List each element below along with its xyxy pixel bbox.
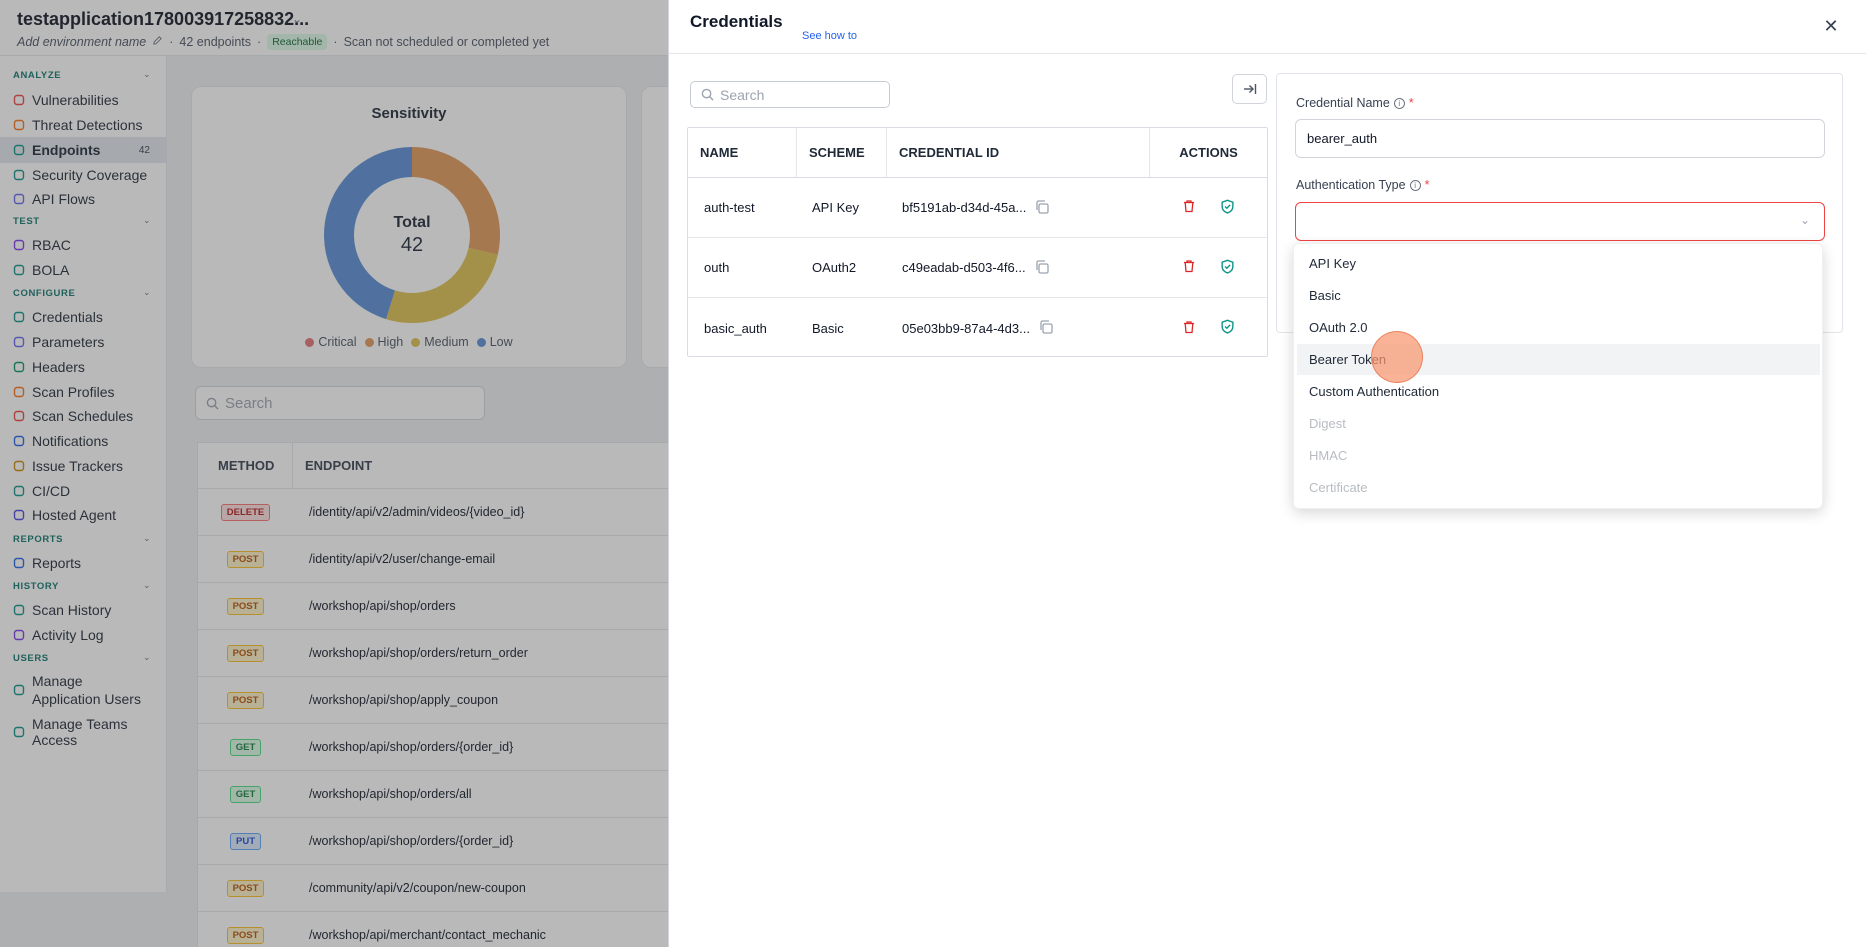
authentication-type-label: Authentication Type i *	[1296, 178, 1429, 192]
see-how-link[interactable]: See how to	[802, 30, 857, 42]
credentials-table-body: auth-test API Key bf5191ab-d34d-45a... outh…	[688, 178, 1267, 358]
credential-scheme-cell: Basic	[812, 320, 844, 336]
credential-id-text: 05e03bb9-87a4-4d3...	[902, 320, 1030, 336]
authentication-type-select[interactable]: ⌄	[1295, 202, 1825, 241]
column-header-actions: ACTIONS	[1179, 145, 1238, 160]
trash-icon[interactable]	[1182, 320, 1196, 337]
shield-check-icon[interactable]	[1220, 259, 1235, 277]
table-row[interactable]: outh OAuth2 c49eadab-d503-4f6...	[688, 238, 1267, 298]
auth-option-digest: Digest	[1309, 416, 1346, 431]
credential-name-cell: auth-test	[704, 200, 755, 215]
copy-icon[interactable]	[1038, 319, 1056, 337]
auth-option-oauth-2-0[interactable]: OAuth 2.0	[1297, 312, 1820, 343]
required-mark: *	[1424, 178, 1430, 192]
actions-cell	[1150, 199, 1267, 217]
table-row[interactable]: auth-test API Key bf5191ab-d34d-45a...	[688, 178, 1267, 238]
credential-name-input[interactable]: bearer_auth	[1295, 119, 1825, 158]
authentication-type-label-text: Authentication Type	[1296, 178, 1406, 192]
info-icon[interactable]: i	[1409, 179, 1421, 191]
auth-option-certificate: Certificate	[1309, 480, 1368, 495]
authentication-type-dropdown: API Key Basic OAuth 2.0 Bearer Token Custom …	[1293, 243, 1823, 509]
modal-backdrop[interactable]	[0, 0, 668, 947]
close-icon[interactable]: ✕	[1821, 16, 1841, 36]
auth-option-api-key[interactable]: API Key	[1297, 248, 1820, 279]
credential-scheme-cell: API Key	[812, 200, 859, 215]
auth-option-hmac: HMAC	[1309, 448, 1348, 463]
collapse-panel-button[interactable]	[1232, 74, 1267, 104]
credential-id-cell: bf5191ab-d34d-45a...	[887, 199, 1150, 217]
trash-icon[interactable]	[1182, 259, 1196, 276]
credentials-table-header: NAME SCHEME CREDENTIAL ID ACTIONS	[688, 128, 1267, 178]
credential-scheme-cell: OAuth2	[812, 260, 857, 275]
column-header-credential-id[interactable]: CREDENTIAL ID	[887, 128, 1150, 177]
arrow-right-to-line-icon	[1243, 84, 1256, 94]
credentials-table: NAME SCHEME CREDENTIAL ID ACTIONS auth-t…	[687, 127, 1268, 357]
copy-icon[interactable]	[1034, 199, 1052, 217]
credential-search-placeholder: Search	[720, 86, 765, 103]
credential-id-cell: 05e03bb9-87a4-4d3...	[887, 319, 1150, 337]
cursor-indicator	[1371, 331, 1423, 383]
credential-name-label: Credential Name i *	[1296, 96, 1414, 110]
auth-option-custom-authentication[interactable]: Custom Authentication	[1297, 376, 1820, 407]
auth-option-basic[interactable]: Basic	[1297, 280, 1820, 311]
credential-id-cell: c49eadab-d503-4f6...	[887, 259, 1150, 277]
info-icon[interactable]: i	[1393, 97, 1405, 109]
chevron-down-icon: ⌄	[1799, 213, 1810, 227]
shield-check-icon[interactable]	[1220, 199, 1235, 217]
credential-name-label-text: Credential Name	[1296, 96, 1390, 110]
credential-id-text: bf5191ab-d34d-45a...	[902, 200, 1027, 215]
credential-name-cell: basic_auth	[704, 320, 767, 336]
column-header-name[interactable]: NAME	[688, 128, 797, 177]
credential-search-input[interactable]: Search	[690, 81, 890, 108]
required-mark: *	[1408, 96, 1414, 110]
actions-cell	[1150, 259, 1267, 277]
credential-id-text: c49eadab-d503-4f6...	[902, 260, 1026, 275]
shield-check-icon[interactable]	[1220, 319, 1235, 337]
copy-icon[interactable]	[1034, 259, 1052, 277]
drawer-title: Credentials	[690, 12, 783, 31]
credential-name-cell: outh	[704, 260, 730, 275]
credentials-drawer: Credentials See how to ✕ Search NAME SCH…	[668, 0, 1866, 947]
search-icon	[701, 88, 714, 101]
column-header-scheme[interactable]: SCHEME	[797, 128, 887, 177]
trash-icon[interactable]	[1182, 199, 1196, 216]
actions-cell	[1150, 319, 1267, 337]
drawer-header: Credentials See how to ✕	[669, 0, 1866, 54]
table-row[interactable]: basic_auth Basic 05e03bb9-87a4-4d3...	[688, 298, 1267, 358]
